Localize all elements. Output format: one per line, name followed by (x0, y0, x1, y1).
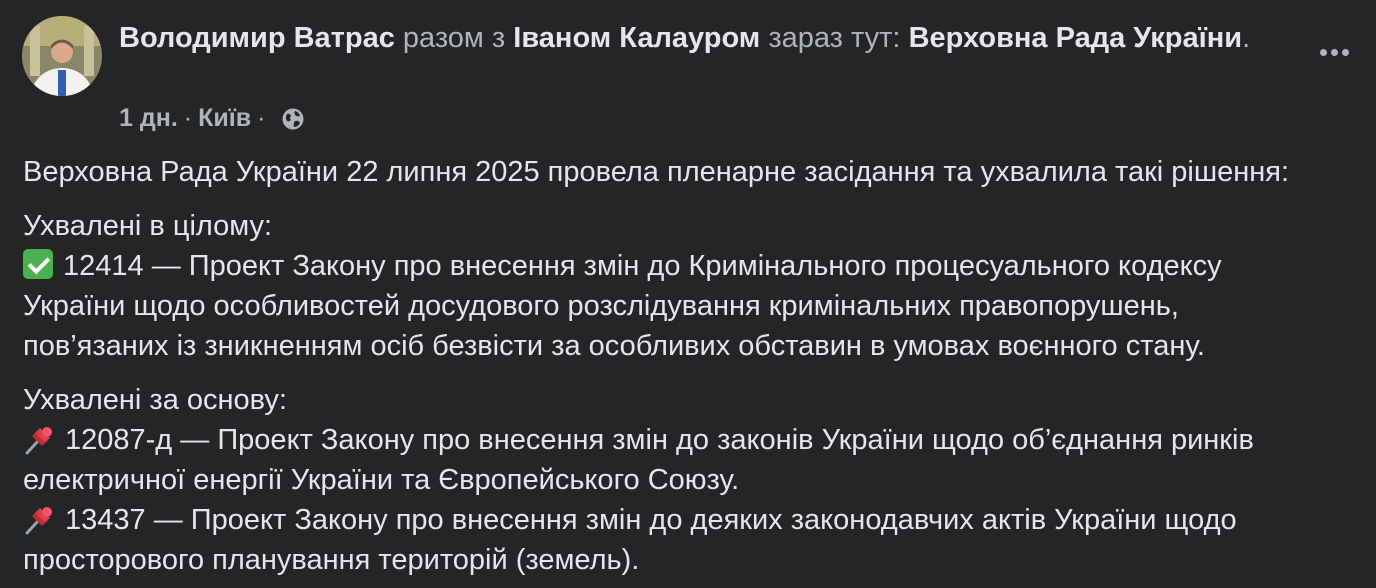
intro-text: Верховна Рада України 22 липня 2025 пров… (23, 156, 1290, 188)
item-line: пов’язаних із зникненням осіб безвісти з… (23, 330, 1205, 362)
facebook-post: Володимир Ватрас разом з Іваном Калауром… (0, 0, 1376, 588)
post-body: Верховна Рада України 22 липня 2025 пров… (23, 152, 1368, 580)
check-mark-emoji (23, 249, 53, 279)
location-prefix: зараз тут: (768, 22, 901, 54)
post-meta: 1 дн. · Київ · (119, 101, 305, 135)
more-options-icon[interactable] (1314, 34, 1354, 70)
item-line: 12414 — Проект Закону про внесення змін … (63, 250, 1222, 282)
pushpin-emoji (23, 503, 57, 535)
author-avatar[interactable] (22, 16, 102, 96)
item-line: просторового планування територій (земел… (23, 544, 640, 576)
author-name[interactable]: Володимир Ватрас (119, 22, 395, 54)
list-item: 13437 — Проект Закону про внесення змін … (23, 500, 1368, 540)
item-line: 13437 — Проект Закону про внесення змін … (65, 504, 1237, 536)
section-title: Ухвалені за основу: (23, 384, 287, 416)
post-timestamp[interactable]: 1 дн. (119, 101, 178, 135)
header-period: . (1242, 22, 1251, 54)
item-line: електричної енергії України та Європейсь… (23, 464, 740, 496)
item-line: 12087-д — Проект Закону про внесення змі… (65, 424, 1254, 456)
meta-separator: · (183, 104, 193, 132)
post-header: Володимир Ватрас разом з Іваном Калауром… (119, 18, 1259, 58)
item-line: України щодо особливостей досудового роз… (23, 290, 1179, 322)
pushpin-emoji (23, 423, 57, 455)
section-title: Ухвалені в цілому: (23, 210, 273, 242)
meta-separator: · (257, 104, 266, 132)
place-link[interactable]: Верховна Рада України (909, 22, 1243, 54)
post-city[interactable]: Київ (198, 101, 251, 135)
list-item: 12414 — Проект Закону про внесення змін … (23, 246, 1368, 286)
tagged-person[interactable]: Іваном Калауром (513, 22, 760, 54)
list-item: 12087-д — Проект Закону про внесення змі… (23, 420, 1368, 460)
globe-icon[interactable] (281, 106, 305, 130)
with-text: разом з (402, 22, 506, 54)
